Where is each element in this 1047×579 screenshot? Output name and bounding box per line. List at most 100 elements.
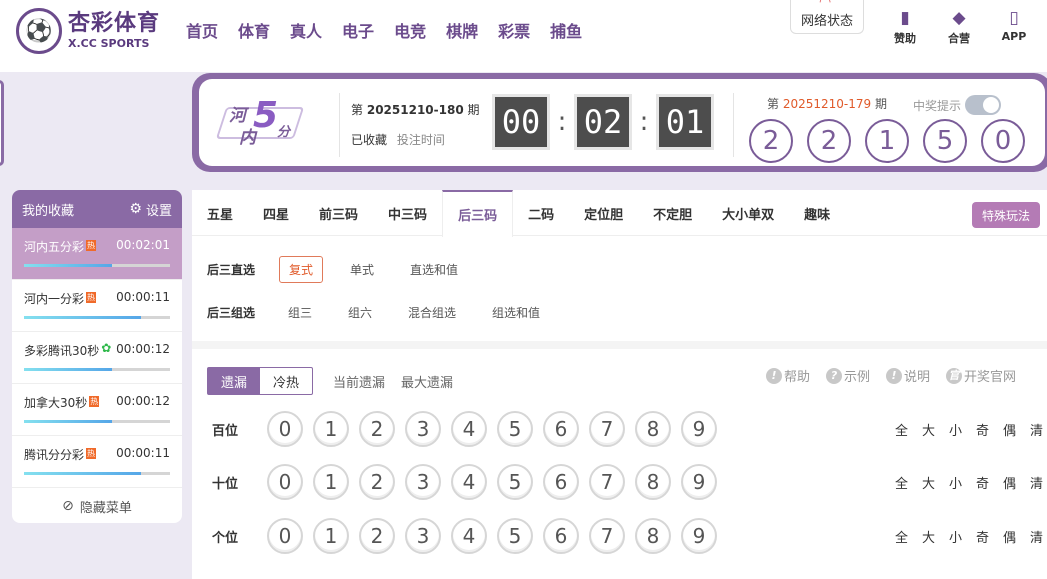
nav-cards[interactable]: 棋牌	[446, 18, 478, 42]
tab-big-small[interactable]: 大小单双	[707, 190, 789, 236]
tab-back-three[interactable]: 后三码	[442, 190, 514, 237]
tab-middle-three[interactable]: 中三码	[373, 190, 442, 236]
digit-ball[interactable]: 4	[451, 518, 487, 554]
nav-lottery[interactable]: 彩票	[498, 18, 530, 42]
digit-ball[interactable]: 0	[267, 411, 303, 447]
official-draw-link[interactable]: 官开奖官网	[946, 366, 1016, 385]
digit-ball[interactable]: 8	[635, 464, 671, 500]
digit-ball[interactable]: 6	[543, 518, 579, 554]
digit-ball[interactable]: 9	[681, 411, 717, 447]
option-group-three[interactable]: 组三	[279, 300, 321, 325]
favorite-item[interactable]: 腾讯分分彩热 00:00:11	[12, 436, 182, 488]
group-select-row: 后三组选 组三 组六 混合组选 组选和值	[207, 300, 567, 325]
quick-even[interactable]: 偶	[996, 420, 1023, 439]
quick-even[interactable]: 偶	[996, 527, 1023, 546]
quick-small[interactable]: 小	[942, 473, 969, 492]
quick-big[interactable]: 大	[915, 473, 942, 492]
quick-all[interactable]: 全	[888, 473, 915, 492]
favorited-button[interactable]: 已收藏	[351, 133, 387, 147]
digit-ball[interactable]: 1	[313, 518, 349, 554]
quick-clear[interactable]: 清	[1023, 420, 1047, 439]
digit-ball[interactable]: 0	[267, 464, 303, 500]
digit-ball[interactable]: 9	[681, 518, 717, 554]
quick-odd[interactable]: 奇	[969, 473, 996, 492]
quick-even[interactable]: 偶	[996, 473, 1023, 492]
digit-ball[interactable]: 3	[405, 518, 441, 554]
partner-button[interactable]: ◆ 合营	[939, 8, 979, 46]
current-miss-link[interactable]: 当前遗漏	[333, 372, 385, 391]
digit-ball[interactable]: 3	[405, 411, 441, 447]
nav-esports[interactable]: 电竞	[394, 18, 426, 42]
digit-ball[interactable]: 1	[313, 464, 349, 500]
digit-ball[interactable]: 5	[497, 464, 533, 500]
quick-all[interactable]: 全	[888, 527, 915, 546]
left-collapse-tab[interactable]	[0, 80, 4, 166]
digit-ball[interactable]: 8	[635, 411, 671, 447]
quick-small[interactable]: 小	[942, 527, 969, 546]
digit-ball[interactable]: 7	[589, 518, 625, 554]
tab-fun[interactable]: 趣味	[789, 190, 845, 236]
quick-clear[interactable]: 清	[1023, 473, 1047, 492]
favorite-item[interactable]: 多彩腾讯30秒 ✿ 00:00:12	[12, 332, 182, 384]
quick-clear[interactable]: 清	[1023, 527, 1047, 546]
help-link[interactable]: ! 帮助	[766, 366, 810, 385]
nav-home[interactable]: 首页	[186, 18, 218, 42]
digit-ball[interactable]: 7	[589, 464, 625, 500]
quick-odd[interactable]: 奇	[969, 420, 996, 439]
max-miss-link[interactable]: 最大遗漏	[401, 372, 453, 391]
quick-big[interactable]: 大	[915, 420, 942, 439]
digit-ball[interactable]: 8	[635, 518, 671, 554]
favorite-item[interactable]: 河内一分彩热 00:00:11	[12, 280, 182, 332]
app-button[interactable]: ▯ APP	[994, 8, 1034, 43]
hot-cold-button[interactable]: 冷热	[260, 368, 312, 394]
tab-position[interactable]: 定位胆	[569, 190, 638, 236]
digit-ball[interactable]: 7	[589, 411, 625, 447]
favorite-item[interactable]: 加拿大30秒热 00:00:12	[12, 384, 182, 436]
digit-ball[interactable]: 3	[405, 464, 441, 500]
digit-ball[interactable]: 4	[451, 411, 487, 447]
miss-button[interactable]: 遗漏	[208, 368, 260, 394]
option-compound[interactable]: 复式	[279, 256, 324, 283]
option-single[interactable]: 单式	[341, 257, 383, 282]
example-link[interactable]: ? 示例	[826, 366, 870, 385]
favorites-settings-button[interactable]: ⚙ 设置	[129, 200, 172, 219]
tab-four-star[interactable]: 四星	[248, 190, 304, 236]
option-group-six[interactable]: 组六	[339, 300, 381, 325]
quick-big[interactable]: 大	[915, 527, 942, 546]
digit-ball[interactable]: 2	[359, 411, 395, 447]
option-direct-sum[interactable]: 直选和值	[401, 257, 467, 282]
digit-ball[interactable]: 0	[267, 518, 303, 554]
tab-five-star[interactable]: 五星	[192, 190, 248, 236]
tab-two-code[interactable]: 二码	[513, 190, 569, 236]
quick-odd[interactable]: 奇	[969, 527, 996, 546]
digit-ball[interactable]: 2	[359, 464, 395, 500]
help-link-label: 帮助	[784, 370, 811, 385]
special-play-button[interactable]: 特殊玩法	[972, 202, 1041, 228]
digit-ball[interactable]: 2	[359, 518, 395, 554]
digit-ball[interactable]: 6	[543, 411, 579, 447]
nav-live[interactable]: 真人	[290, 18, 322, 42]
nav-slots[interactable]: 电子	[342, 18, 374, 42]
network-status-button[interactable]: ◠ 网络状态	[790, 0, 864, 34]
quick-small[interactable]: 小	[942, 420, 969, 439]
digit-ball[interactable]: 5	[497, 518, 533, 554]
help-links: ! 帮助 ? 示例 ! 说明 官开奖官网	[750, 366, 1016, 385]
explain-link[interactable]: ! 说明	[886, 366, 930, 385]
quick-all[interactable]: 全	[888, 420, 915, 439]
digit-ball[interactable]: 6	[543, 464, 579, 500]
digit-ball[interactable]: 9	[681, 464, 717, 500]
digit-ball[interactable]: 5	[497, 411, 533, 447]
tab-front-three[interactable]: 前三码	[304, 190, 373, 236]
digit-ball[interactable]: 4	[451, 464, 487, 500]
favorite-item[interactable]: 河内五分彩热 00:02:01	[12, 228, 182, 280]
digit-ball[interactable]: 1	[313, 411, 349, 447]
hide-menu-button[interactable]: ⊘ 隐藏菜单	[12, 488, 182, 523]
brand-logo[interactable]: ⚽ 杏彩体育 X.CC SPORTS	[16, 6, 166, 56]
option-group-sum[interactable]: 组选和值	[483, 300, 549, 325]
tab-any-position[interactable]: 不定胆	[638, 190, 707, 236]
nav-sports[interactable]: 体育	[238, 18, 270, 42]
nav-fishing[interactable]: 捕鱼	[550, 18, 582, 42]
sponsor-button[interactable]: ▮ 赞助	[885, 8, 925, 46]
prize-hint-toggle[interactable]	[965, 95, 1002, 115]
option-mixed-group[interactable]: 混合组选	[399, 300, 465, 325]
